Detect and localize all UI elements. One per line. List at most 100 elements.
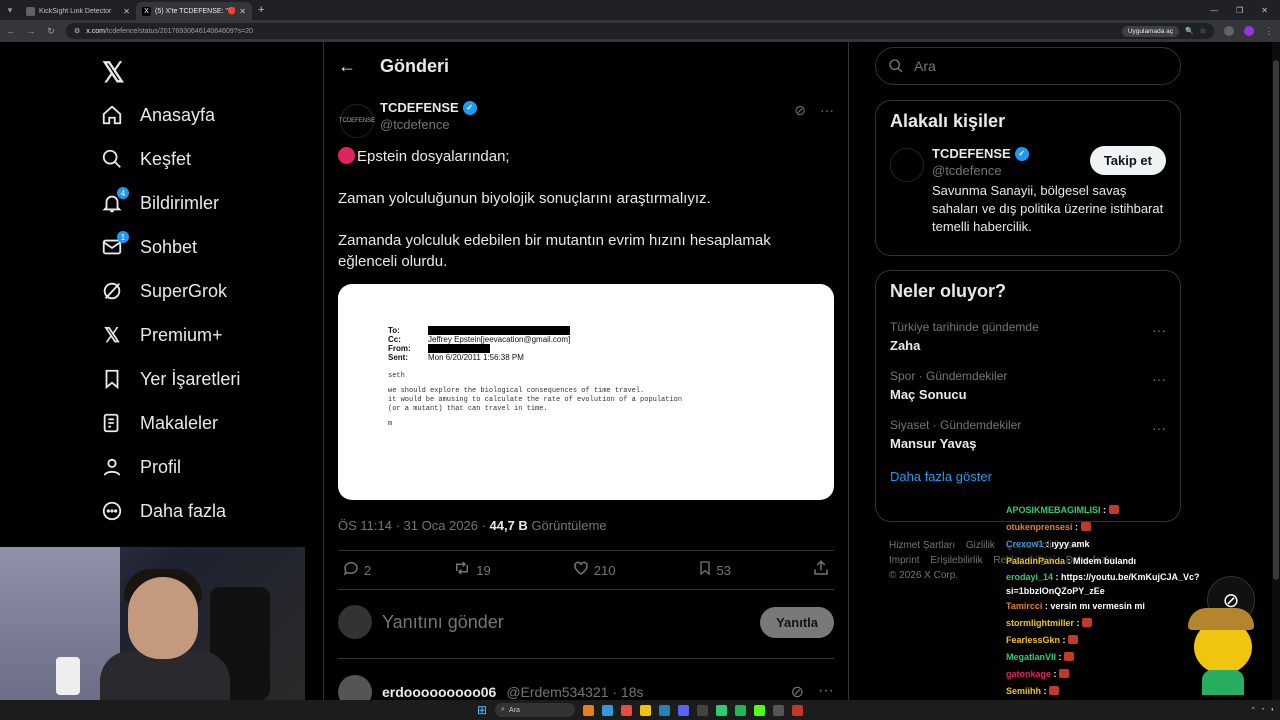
windows-start-icon[interactable]: ⊞	[477, 703, 487, 717]
email-document: To: Cc: Jeffrey Epstein[jeevacation@gmail…	[388, 326, 682, 429]
back-arrow-icon[interactable]: ←	[338, 56, 356, 77]
scrollbar-thumb[interactable]	[1273, 60, 1279, 580]
tab-search-button[interactable]: ▾	[0, 0, 20, 20]
author-handle[interactable]: @tcdefence	[380, 117, 477, 132]
taskbar-search[interactable]: ⌕ Ara	[495, 703, 576, 717]
nav-item-more[interactable]: Daha fazla	[100, 496, 226, 526]
post-image[interactable]: To: Cc: Jeffrey Epstein[jeevacation@gmail…	[338, 284, 834, 500]
repost-action[interactable]: 19	[452, 559, 491, 582]
chrome-icon[interactable]	[621, 704, 633, 716]
zoom-icon[interactable]: 🔍	[1185, 27, 1194, 35]
trend-item[interactable]: Spor · Gündemdekiler Maç Sonucu ···	[876, 361, 1180, 410]
new-tab-button[interactable]: +	[258, 4, 264, 16]
share-action[interactable]	[812, 559, 830, 582]
volume-icon[interactable]: ◖	[1270, 707, 1274, 713]
app-icon[interactable]	[773, 704, 785, 716]
comment-author-name[interactable]: erdooooooooo06	[382, 684, 496, 700]
reply-input[interactable]: Yanıtını gönder	[382, 612, 750, 633]
folder-icon[interactable]	[640, 704, 652, 716]
discord-icon[interactable]	[678, 704, 690, 716]
redaction-bar	[428, 326, 570, 335]
nav-item-supergrok[interactable]: SuperGrok	[100, 276, 227, 306]
show-more-link[interactable]: Daha fazla göster	[876, 459, 1180, 498]
related-people-card: Alakalı kişiler TCDEFENSE ✓ @tcdefence Sa…	[875, 100, 1181, 256]
system-tray: ^ ◔ ◖	[1252, 700, 1274, 720]
footer-link[interactable]: Imprint	[889, 555, 920, 566]
follow-button[interactable]: Takip et	[1089, 146, 1166, 175]
trend-item[interactable]: Siyaset · Gündemdekiler Mansur Yavaş ···	[876, 410, 1180, 459]
notification-badge: 4	[117, 187, 129, 199]
wifi-icon[interactable]: ◔	[1261, 707, 1265, 713]
footer-link[interactable]: Erişilebilirlik	[930, 555, 982, 566]
app-icon[interactable]	[792, 704, 804, 716]
nav-item-articles[interactable]: Makaleler	[100, 408, 218, 438]
more-options-icon[interactable]: ···	[820, 102, 834, 119]
close-tab-icon[interactable]: ✕	[123, 7, 130, 16]
nav-item-bookmarks[interactable]: Yer İşaretleri	[100, 364, 240, 394]
browser-tab-active[interactable]: X (5) X'te TCDEFENSE: "🔴Epstein ✕	[136, 2, 252, 20]
bookmark-icon	[697, 559, 713, 582]
related-avatar[interactable]	[890, 148, 924, 182]
like-action[interactable]: 210	[572, 559, 615, 582]
nav-label: Premium+	[140, 324, 223, 345]
grok-explain-icon[interactable]: ⊘	[794, 102, 806, 119]
more-options-icon[interactable]: ···	[1152, 420, 1166, 436]
trend-name: Maç Sonucu	[890, 387, 967, 402]
related-name[interactable]: TCDEFENSE	[932, 146, 1011, 161]
app-icon[interactable]	[659, 704, 671, 716]
browser-tab[interactable]: KickSight Link Detector ✕	[20, 2, 136, 20]
comment-author-handle[interactable]: @Erdem534321 · 18s	[506, 684, 643, 700]
reload-icon[interactable]: ↻	[46, 26, 56, 37]
close-tab-icon[interactable]: ✕	[239, 7, 246, 16]
post-timestamp[interactable]: ÖS 11:14 · 31 Oca 2026 ·	[338, 518, 490, 533]
reply-action[interactable]: 2	[342, 559, 371, 582]
spotify-icon[interactable]	[735, 704, 747, 716]
app-icon[interactable]	[697, 704, 709, 716]
trend-name: Mansur Yavaş	[890, 436, 977, 451]
post-text-line: Epstein dosyalarından;	[338, 146, 828, 167]
author-name[interactable]: TCDEFENSE	[380, 100, 459, 115]
maximize-icon[interactable]: ❐	[1236, 6, 1243, 15]
author-avatar[interactable]: TCDEFENSE	[339, 104, 375, 138]
grok-explain-icon[interactable]: ⊘	[791, 682, 804, 702]
nav-item-profile[interactable]: Profil	[100, 452, 181, 482]
reply-icon	[342, 559, 360, 582]
nav-label: Keşfet	[140, 148, 192, 169]
minimize-icon[interactable]: —	[1210, 6, 1218, 15]
related-user[interactable]: TCDEFENSE ✓ @tcdefence Savunma Sanayii, b…	[876, 142, 1180, 236]
close-window-icon[interactable]: ✕	[1261, 6, 1268, 15]
app-icon[interactable]	[602, 704, 614, 716]
site-info-icon[interactable]: ⚙	[74, 27, 80, 35]
search-input[interactable]: Ara	[875, 47, 1181, 85]
browser-menu-icon[interactable]: ⋮	[1264, 26, 1274, 37]
nav-item-premium[interactable]: 𝕏 Premium+	[100, 320, 223, 350]
bookmark-action[interactable]: 53	[697, 559, 731, 582]
kick-icon[interactable]	[754, 704, 766, 716]
footer-link[interactable]: Gizlilik	[966, 540, 995, 551]
nav-item-notifications[interactable]: 4 Bildirimler	[100, 187, 219, 218]
tab-title: (5) X'te TCDEFENSE: "🔴Epstein	[155, 8, 236, 15]
extension-icon[interactable]	[1224, 26, 1234, 36]
search-icon	[100, 147, 124, 171]
reply-composer: Yanıtını gönder Yanıtla	[338, 602, 834, 642]
app-icon[interactable]	[716, 704, 728, 716]
profile-avatar[interactable]	[1244, 26, 1254, 36]
nav-item-explore[interactable]: Keşfet	[100, 144, 191, 174]
footer-link[interactable]: Hizmet Şartları	[889, 540, 955, 551]
back-nav-icon[interactable]: ←	[6, 26, 16, 36]
more-options-icon[interactable]: ···	[818, 682, 834, 702]
trend-item[interactable]: Türkiye tarihinde gündemde Zaha ···	[876, 312, 1180, 361]
app-icon[interactable]	[583, 704, 595, 716]
nav-item-home[interactable]: Anasayfa	[100, 100, 215, 130]
reply-button[interactable]: Yanıtla	[760, 606, 834, 638]
tray-chevron-icon[interactable]: ^	[1252, 707, 1255, 713]
url-field[interactable]: ⚙ x.com/tcdefence/status/201769306461406…	[66, 23, 1214, 39]
open-in-app-button[interactable]: Uygulamada aç	[1121, 25, 1179, 37]
nav-item-messages[interactable]: 1 Sohbet	[100, 231, 197, 262]
more-options-icon[interactable]: ···	[1152, 371, 1166, 387]
more-options-icon[interactable]: ···	[1152, 322, 1166, 338]
x-logo-icon[interactable]: 𝕏	[102, 56, 125, 89]
bookmark-star-icon[interactable]: ☆	[1200, 27, 1206, 35]
forward-nav-icon[interactable]: →	[26, 26, 36, 36]
streamer-face	[128, 577, 198, 659]
